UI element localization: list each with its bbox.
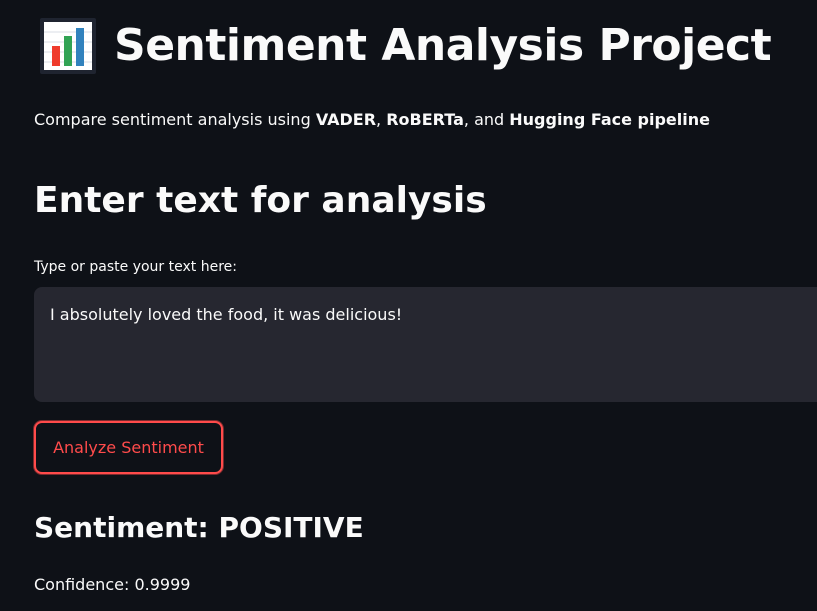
input-section-heading: Enter text for analysis [34,180,487,221]
subtitle-separator: , and [463,110,510,129]
model-vader: VADER [315,110,377,129]
page-header: Sentiment Analysis Project [40,18,772,74]
analyze-sentiment-button[interactable]: Analyze Sentiment [34,421,223,474]
page-subtitle: Compare sentiment analysis using VADER , … [34,109,710,131]
sentiment-result: Sentiment: POSITIVE [34,511,364,544]
page-title: Sentiment Analysis Project [114,20,772,71]
subtitle-separator: , [376,110,387,129]
model-roberta: RoBERTa [386,110,464,129]
confidence-value: Confidence: 0.9999 [34,575,191,594]
text-input-label: Type or paste your text here: [34,259,237,275]
text-input-area[interactable]: I absolutely loved the food, it was deli… [34,287,817,402]
bar-chart-icon [40,18,96,74]
model-hugging-face: Hugging Face pipeline [509,110,710,129]
app-page: Sentiment Analysis Project Compare senti… [34,0,817,611]
subtitle-prefix: Compare sentiment analysis using [34,110,316,129]
